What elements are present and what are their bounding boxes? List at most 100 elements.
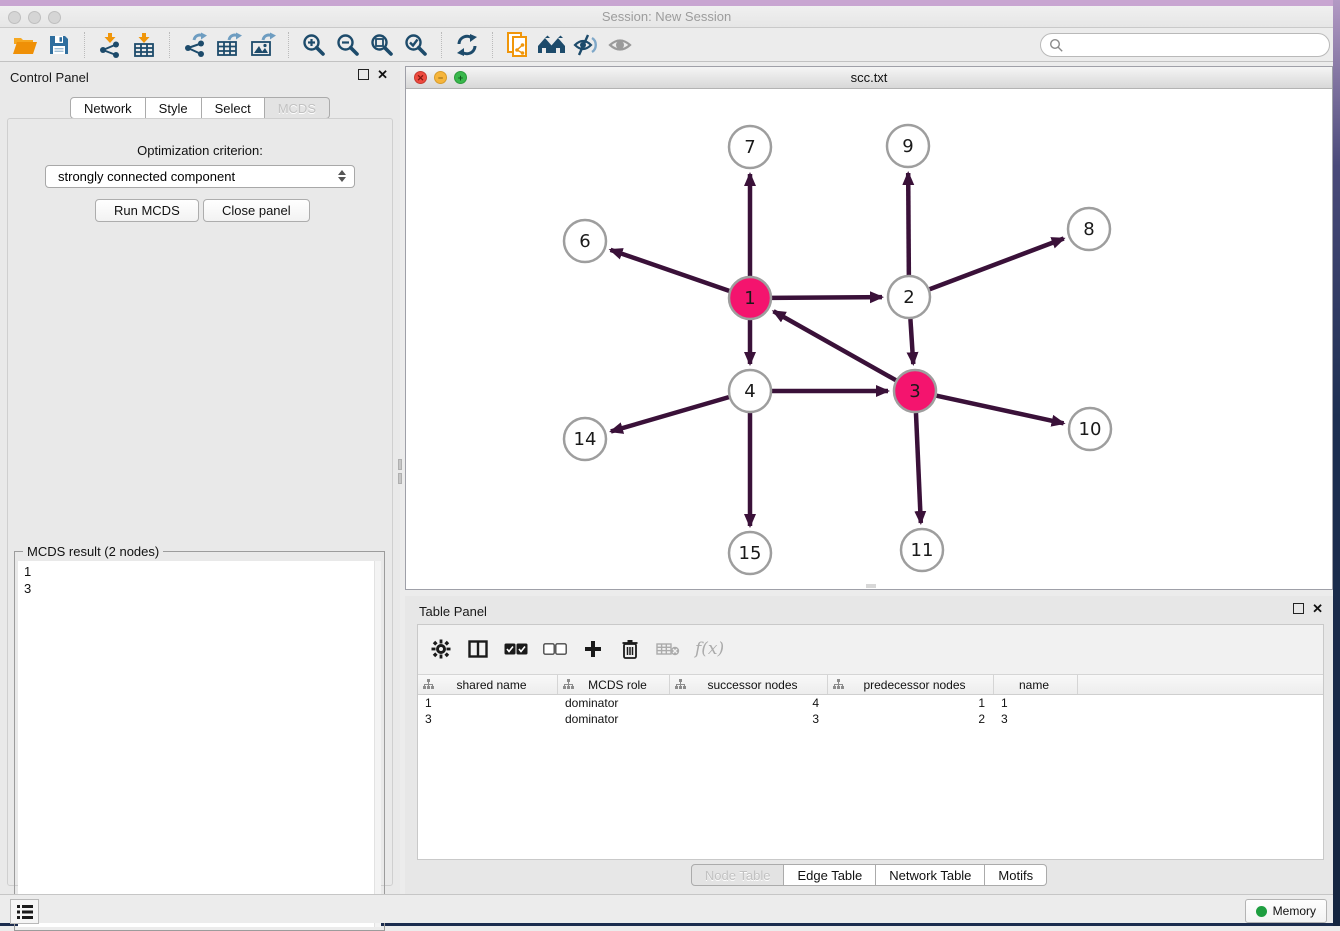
table-cell[interactable]: 3 (418, 711, 558, 727)
refresh-layout-icon[interactable] (452, 31, 482, 59)
toolbar-separator (169, 32, 170, 58)
table-cell[interactable]: 1 (418, 695, 558, 711)
table-body: 1dominator4113dominator323 (418, 695, 1323, 727)
tab-style[interactable]: Style (146, 97, 202, 119)
tab-node-table[interactable]: Node Table (691, 864, 785, 886)
edge-1-2[interactable] (772, 297, 882, 298)
zoom-fit-icon[interactable] (367, 31, 397, 59)
import-network-icon[interactable] (95, 31, 125, 59)
edge-3-11[interactable] (916, 413, 921, 523)
table-panel: Table Panel ✕ (405, 596, 1333, 894)
close-panel-button[interactable]: Close panel (203, 199, 310, 222)
zoom-in-icon[interactable] (299, 31, 329, 59)
table-cell[interactable]: 3 (670, 711, 828, 727)
edge-4-14[interactable] (611, 397, 729, 431)
run-mcds-button[interactable]: Run MCDS (95, 199, 199, 222)
table-row[interactable]: 1dominator411 (418, 695, 1323, 711)
network-window-title: scc.txt (406, 70, 1332, 85)
export-image-icon[interactable] (248, 31, 278, 59)
zoom-selected-icon[interactable] (401, 31, 431, 59)
node-label-1: 1 (744, 288, 755, 309)
float-panel-icon[interactable] (1293, 603, 1304, 614)
edge-2-3[interactable] (910, 319, 913, 364)
toolbar-separator (492, 32, 493, 58)
result-line: 1 (24, 563, 375, 580)
network-document-icon[interactable] (503, 31, 533, 59)
window-resize-grip[interactable] (866, 584, 876, 588)
columns-icon[interactable] (467, 636, 489, 662)
hide-eye-icon[interactable] (571, 31, 601, 59)
float-panel-icon[interactable] (358, 69, 369, 80)
table-cell[interactable]: 3 (994, 711, 1078, 727)
mcds-result-text[interactable]: 13 (18, 561, 381, 927)
edge-2-9[interactable] (908, 173, 909, 275)
tab-motifs[interactable]: Motifs (985, 864, 1047, 886)
save-session-icon[interactable] (44, 31, 74, 59)
select-all-icon[interactable] (504, 636, 528, 662)
node-label-3: 3 (909, 381, 920, 402)
tab-network[interactable]: Network (70, 97, 146, 119)
memory-status-icon (1256, 906, 1267, 917)
result-scrollbar[interactable] (374, 561, 381, 927)
table-header-row: shared nameMCDS rolesuccessor nodesprede… (418, 674, 1323, 695)
divider-grip[interactable] (398, 459, 402, 470)
open-session-icon[interactable] (10, 31, 40, 59)
tab-mcds[interactable]: MCDS (265, 97, 330, 119)
tab-select[interactable]: Select (202, 97, 265, 119)
toolbar-separator (84, 32, 85, 58)
column-header-predecessor-nodes[interactable]: predecessor nodes (828, 675, 994, 694)
node-label-2: 2 (903, 287, 914, 308)
gear-icon[interactable] (430, 636, 452, 662)
optimization-criterion-select[interactable]: strongly connected component (45, 165, 355, 188)
search-input[interactable] (1069, 38, 1329, 53)
edge-3-1[interactable] (774, 311, 896, 380)
table-cell[interactable]: 4 (670, 695, 828, 711)
table-cell[interactable]: dominator (558, 711, 670, 727)
node-label-4: 4 (744, 381, 755, 402)
search-icon (1049, 38, 1064, 53)
tab-network-table[interactable]: Network Table (876, 864, 985, 886)
export-network-icon[interactable] (180, 31, 210, 59)
list-icon (17, 905, 33, 919)
table-row[interactable]: 3dominator323 (418, 711, 1323, 727)
table-cell[interactable]: 1 (994, 695, 1078, 711)
column-header-successor-nodes[interactable]: successor nodes (670, 675, 828, 694)
column-header-MCDS-role[interactable]: MCDS role (558, 675, 670, 694)
home-icon[interactable] (537, 31, 567, 59)
node-label-10: 10 (1079, 419, 1102, 440)
table-cell[interactable]: dominator (558, 695, 670, 711)
table-cell[interactable]: 1 (828, 695, 994, 711)
deselect-all-icon[interactable] (543, 636, 567, 662)
show-eye-icon[interactable] (605, 31, 635, 59)
node-label-15: 15 (739, 543, 762, 564)
close-panel-icon[interactable]: ✕ (1312, 603, 1323, 614)
function-builder-icon[interactable]: f(x) (695, 636, 724, 662)
memory-button[interactable]: Memory (1245, 899, 1327, 923)
network-window-titlebar[interactable]: ✕ − + scc.txt (406, 67, 1332, 89)
close-panel-icon[interactable]: ✕ (377, 69, 388, 80)
main-toolbar (0, 28, 1333, 62)
table-cell[interactable]: 2 (828, 711, 994, 727)
zoom-out-icon[interactable] (333, 31, 363, 59)
toolbar-separator (441, 32, 442, 58)
window-title: Session: New Session (0, 9, 1333, 24)
delete-icon[interactable] (619, 636, 641, 662)
network-graph-canvas[interactable]: 7968124314101511 (406, 89, 1332, 589)
sort-hierarchy-icon (675, 679, 686, 690)
divider-grip[interactable] (398, 473, 402, 484)
edge-3-10[interactable] (936, 396, 1063, 424)
column-header-name[interactable]: name (994, 675, 1078, 694)
task-history-button[interactable] (10, 899, 39, 924)
window-titlebar[interactable]: Session: New Session (0, 6, 1333, 28)
edge-2-8[interactable] (930, 239, 1064, 290)
node-label-14: 14 (574, 429, 597, 450)
tab-edge-table[interactable]: Edge Table (784, 864, 876, 886)
export-table-icon[interactable] (214, 31, 244, 59)
search-box[interactable] (1040, 33, 1330, 57)
column-header-shared-name[interactable]: shared name (418, 675, 558, 694)
add-icon[interactable] (582, 636, 604, 662)
edge-1-6[interactable] (611, 250, 730, 291)
delete-table-icon[interactable] (656, 636, 680, 662)
mcds-result-title: MCDS result (2 nodes) (23, 544, 163, 559)
import-table-icon[interactable] (129, 31, 159, 59)
